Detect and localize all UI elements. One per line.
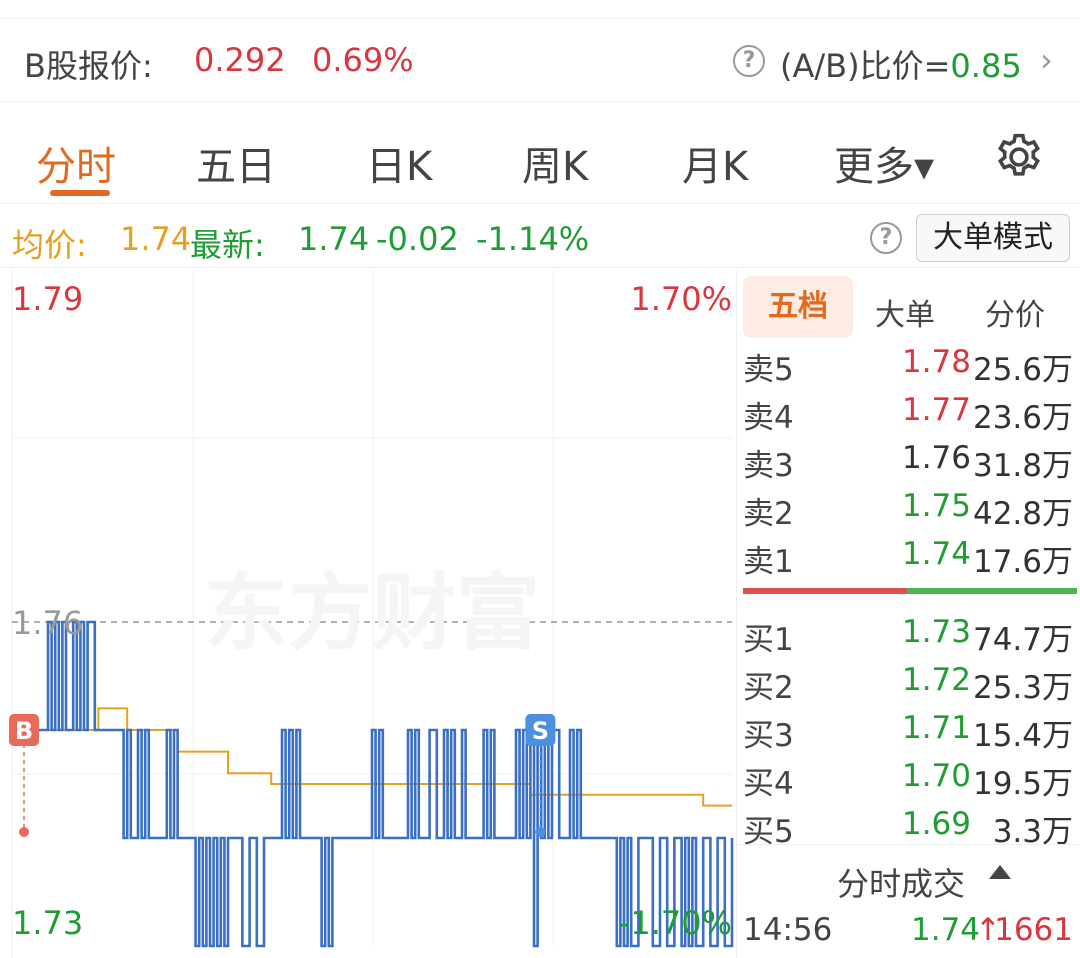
level-label: 买2 <box>743 670 794 706</box>
level-volume: 31.8万 <box>972 448 1073 484</box>
b-share-change-pct: 0.69% <box>312 41 414 79</box>
b-share-label: B股报价: <box>24 47 153 85</box>
level-price: 1.69 <box>901 806 971 842</box>
level-label: 买4 <box>743 766 794 802</box>
ask-row: 卖3 1.76 31.8万 <box>737 436 1080 484</box>
trade-row: 14:56 1.74 ↑ 1661 <box>737 912 1080 958</box>
level-price: 1.75 <box>901 488 971 524</box>
level-volume: 42.8万 <box>972 496 1073 532</box>
level-price: 1.78 <box>901 344 971 380</box>
latest-price-label: 最新: <box>190 226 265 264</box>
level-price: 1.71 <box>901 710 971 746</box>
level-label: 卖2 <box>743 496 794 532</box>
trade-time: 14:56 <box>743 912 833 948</box>
bid-row: 买2 1.72 25.3万 <box>737 658 1080 706</box>
level-volume: 74.7万 <box>972 622 1073 658</box>
level-price: 1.76 <box>901 440 971 476</box>
level-volume: 17.6万 <box>972 544 1073 580</box>
level-label: 卖4 <box>743 400 794 436</box>
latest-change: -0.02 <box>376 220 459 258</box>
b-share-quote-bar[interactable]: B股报价: 0.292 0.69% ? (A/B)比价=0.85 › <box>0 18 1080 102</box>
intraday-chart[interactable]: 东方财富 B S 1.79 1.76 1.73 1.70% -1.70% <box>0 270 736 958</box>
ab-ratio-value: 0.85 <box>950 47 1022 85</box>
tab-price-distribution[interactable]: 分价 <box>985 290 1045 334</box>
avg-price-value: 1.74 <box>120 220 192 258</box>
level-label: 卖1 <box>743 544 794 580</box>
level-label: 卖5 <box>743 352 794 388</box>
marker-dot <box>535 827 546 837</box>
b-share-price: 0.292 <box>194 41 286 79</box>
y-axis-bottom-label: 1.73 <box>12 904 83 942</box>
ab-ratio: (A/B)比价=0.85 <box>780 41 1022 87</box>
y-axis-top-label: 1.79 <box>12 280 83 318</box>
level-label: 买1 <box>743 622 794 658</box>
gear-icon[interactable] <box>992 130 1046 184</box>
bid-row: 买3 1.71 15.4万 <box>737 706 1080 754</box>
ask-row: 卖5 1.78 25.6万 <box>737 340 1080 388</box>
trade-volume: 1661 <box>994 912 1073 948</box>
marker-label: B <box>15 717 33 745</box>
bid-row: 买4 1.70 19.5万 <box>737 754 1080 802</box>
level-price: 1.73 <box>901 614 971 650</box>
tab-five-levels[interactable]: 五档 <box>743 276 853 338</box>
y-axis-mid-label: 1.76 <box>12 604 83 642</box>
marker-dot <box>19 827 29 837</box>
intraday-trades-header[interactable]: 分时成交 <box>737 844 1080 908</box>
chevron-right-icon[interactable]: › <box>1040 41 1053 79</box>
level-volume: 23.6万 <box>972 400 1073 436</box>
triangle-up-icon <box>989 865 1011 879</box>
help-icon[interactable]: ? <box>870 222 902 254</box>
ask-row: 卖4 1.77 23.6万 <box>737 388 1080 436</box>
pct-axis-top-label: 1.70% <box>630 280 732 318</box>
level-volume: 25.6万 <box>972 352 1073 388</box>
ask-ratio-segment <box>743 588 907 594</box>
level-price: 1.77 <box>901 392 971 428</box>
ask-row: 卖1 1.74 17.6万 <box>737 532 1080 580</box>
tab-monthly-k[interactable]: 月K <box>682 134 748 192</box>
bid-row: 买1 1.73 74.7万 <box>737 610 1080 658</box>
avg-price-label: 均价: <box>12 226 87 264</box>
marker-label: S <box>532 717 549 745</box>
level-label: 卖3 <box>743 448 794 484</box>
tab-weekly-k[interactable]: 周K <box>522 134 588 192</box>
tab-big-orders[interactable]: 大单 <box>875 290 935 334</box>
bid-ask-ratio-bar <box>743 588 1077 594</box>
level-volume: 19.5万 <box>972 766 1073 802</box>
tab-intraday[interactable]: 分时 <box>36 134 116 192</box>
chart-period-tabs: 分时 五日 日K 周K 月K 更多▾ <box>0 108 1080 204</box>
pct-axis-bottom-label: -1.70% <box>619 904 732 942</box>
bid-ratio-segment <box>907 588 1077 594</box>
level-price: 1.74 <box>901 536 971 572</box>
latest-change-pct: -1.14% <box>476 220 590 258</box>
price-summary-row: 均价: 1.74 最新: 1.74 -0.02 -1.14% ? 大单模式 <box>0 208 1080 268</box>
order-book-tabs: 五档 大单 分价 <box>737 276 1080 338</box>
bid-row: 买5 1.69 3.3万 <box>737 802 1080 850</box>
level-volume: 15.4万 <box>972 718 1073 754</box>
active-tab-underline <box>50 190 110 196</box>
price-line <box>12 620 734 948</box>
tab-daily-k[interactable]: 日K <box>366 134 432 192</box>
help-icon[interactable]: ? <box>733 45 765 77</box>
level-price: 1.70 <box>901 758 971 794</box>
trade-price: 1.74 <box>911 912 981 948</box>
tab-more[interactable]: 更多▾ <box>834 134 934 192</box>
level-label: 买3 <box>743 718 794 754</box>
big-order-mode-button[interactable]: 大单模式 <box>916 214 1070 262</box>
latest-price-value: 1.74 <box>298 220 370 258</box>
ask-row: 卖2 1.75 42.8万 <box>737 484 1080 532</box>
level-price: 1.72 <box>901 662 971 698</box>
intraday-trades-title: 分时成交 <box>837 865 966 903</box>
order-book-panel: 五档 大单 分价 卖5 1.78 25.6万卖4 1.77 23.6万卖3 1.76 31.… <box>736 270 1080 958</box>
level-volume: 25.3万 <box>972 670 1073 706</box>
watermark-text: 东方财富 <box>204 564 540 662</box>
ab-ratio-label: (A/B)比价= <box>780 47 951 85</box>
tab-five-day[interactable]: 五日 <box>196 134 276 192</box>
